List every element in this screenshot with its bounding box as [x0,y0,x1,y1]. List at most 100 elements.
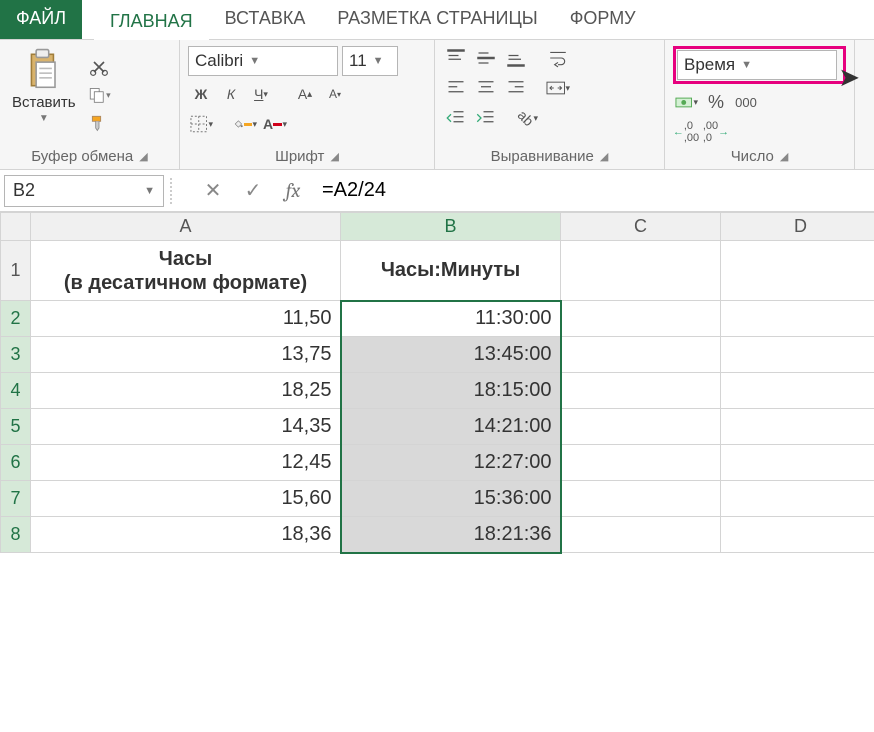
row-header[interactable]: 6 [1,445,31,481]
cell[interactable] [561,337,721,373]
select-all-corner[interactable] [1,213,31,241]
insert-function-button[interactable]: fx [276,176,310,206]
cell[interactable] [561,481,721,517]
fill-color-button[interactable]: ▾ [232,112,258,136]
cancel-formula-button[interactable]: ✕ [196,176,230,206]
tab-home[interactable]: ГЛАВНАЯ [94,1,209,40]
underline-button[interactable]: Ч▾ [248,82,274,106]
cell[interactable]: 15,60 [31,481,341,517]
tab-formulas[interactable]: ФОРМУ [554,0,652,39]
cut-button[interactable] [86,55,112,79]
cell[interactable] [561,445,721,481]
group-clipboard: Вставить ▼ ▾ Буфер обмена ◢ [0,40,180,169]
row-header[interactable]: 3 [1,337,31,373]
align-center-button[interactable] [473,76,499,100]
cell[interactable]: 15:36:00 [341,481,561,517]
cell[interactable] [561,373,721,409]
dropdown-caret-icon[interactable]: ▼ [144,185,155,197]
bold-button[interactable]: Ж [188,82,214,106]
cell[interactable] [561,409,721,445]
cell[interactable] [721,517,874,553]
increase-font-button[interactable]: A▴ [292,82,318,106]
col-header-A[interactable]: A [31,213,341,241]
percent-style-button[interactable]: % [703,90,729,114]
align-middle-button[interactable] [473,46,499,70]
cell[interactable] [721,337,874,373]
worksheet-grid[interactable]: A B C D 1 Часы (в десатичном формате) Ча… [0,212,874,554]
dropdown-caret-icon[interactable]: ▼ [243,55,260,67]
row-header[interactable]: 7 [1,481,31,517]
tab-insert[interactable]: ВСТАВКА [209,0,322,39]
cell[interactable]: 18,25 [31,373,341,409]
cell[interactable]: 13,75 [31,337,341,373]
col-header-D[interactable]: D [721,213,874,241]
cell[interactable] [721,409,874,445]
row-header[interactable]: 2 [1,301,31,337]
align-left-button[interactable] [443,76,469,100]
cell[interactable]: 18:21:36 [341,517,561,553]
decrease-font-button[interactable]: A▾ [322,82,348,106]
cell[interactable]: 11,50 [31,301,341,337]
align-right-button[interactable] [503,76,529,100]
number-launcher[interactable]: ◢ [780,150,788,163]
italic-button[interactable]: К [218,82,244,106]
cell[interactable]: 12,45 [31,445,341,481]
decrease-decimal-button[interactable]: ,00,0→ [703,120,729,144]
number-format-combo[interactable]: Время ▼ [677,50,837,80]
cell[interactable]: 14,35 [31,409,341,445]
accounting-format-button[interactable]: ▾ [673,90,699,114]
indent-icon [476,108,496,128]
brush-icon [89,113,109,133]
borders-button[interactable]: ▾ [188,112,214,136]
row-header[interactable]: 8 [1,517,31,553]
font-launcher[interactable]: ◢ [330,150,338,163]
cell[interactable] [561,517,721,553]
row-header[interactable]: 4 [1,373,31,409]
font-color-button[interactable]: A ▾ [262,112,288,136]
cell[interactable]: 18,36 [31,517,341,553]
alignment-launcher[interactable]: ◢ [600,150,608,163]
increase-indent-button[interactable] [473,106,499,130]
cell[interactable]: 12:27:00 [341,445,561,481]
decrease-indent-button[interactable] [443,106,469,130]
formula-input[interactable] [316,176,870,206]
copy-button[interactable]: ▾ [86,83,112,107]
cell[interactable]: 18:15:00 [341,373,561,409]
x-icon: ✕ [205,178,222,203]
dropdown-caret-icon[interactable]: ▼ [367,55,384,67]
cell[interactable]: Часы (в десатичном формате) [31,241,341,301]
dropdown-caret-icon[interactable]: ▼ [735,59,752,71]
wrap-text-button[interactable] [545,46,571,70]
cell[interactable] [561,241,721,301]
col-header-B[interactable]: B [341,213,561,241]
font-size-combo[interactable]: 11 ▼ [342,46,398,76]
comma-style-button[interactable]: 000 [733,90,759,114]
cell-active[interactable]: 11:30:00 [341,301,561,337]
row-header[interactable]: 5 [1,409,31,445]
cell[interactable] [721,373,874,409]
clipboard-launcher[interactable]: ◢ [139,150,147,163]
col-header-C[interactable]: C [561,213,721,241]
cell[interactable]: Часы:Минуты [341,241,561,301]
name-box[interactable]: B2 ▼ [4,175,164,207]
tab-page-layout[interactable]: РАЗМЕТКА СТРАНИЦЫ [321,0,553,39]
cell[interactable] [721,445,874,481]
cell[interactable] [721,241,874,301]
tab-file[interactable]: ФАЙЛ [0,0,82,39]
increase-decimal-button[interactable]: ←,0,00 [673,120,699,144]
font-name-combo[interactable]: Calibri ▼ [188,46,338,76]
cell[interactable]: 13:45:00 [341,337,561,373]
row-header[interactable]: 1 [1,241,31,301]
orientation-button[interactable]: ab▾ [515,106,541,130]
align-bottom-button[interactable] [503,46,529,70]
paste-button[interactable]: Вставить ▼ [8,46,80,144]
font-name-value: Calibri [195,51,243,71]
format-painter-button[interactable] [86,111,112,135]
enter-formula-button[interactable]: ✓ [236,176,270,206]
cell[interactable]: 14:21:00 [341,409,561,445]
cell[interactable] [721,481,874,517]
align-top-button[interactable] [443,46,469,70]
cell[interactable] [721,301,874,337]
cell[interactable] [561,301,721,337]
merge-center-button[interactable]: ▾ [545,76,571,100]
